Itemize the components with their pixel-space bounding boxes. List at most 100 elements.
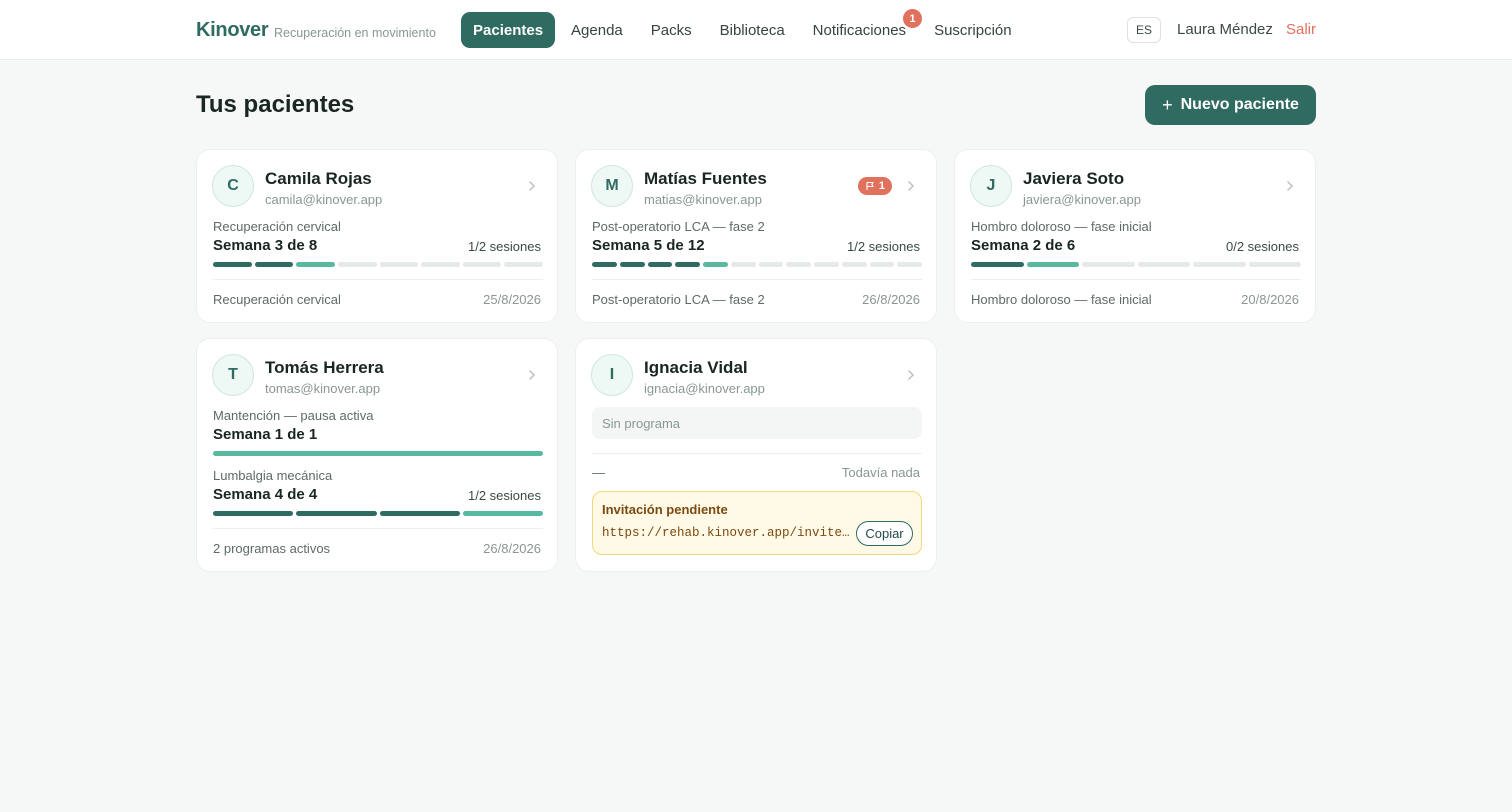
patient-name: Javiera Soto [1023, 169, 1125, 188]
copy-link-button[interactable]: Copiar [856, 521, 913, 546]
nav-item-notificaciones[interactable]: Notificaciones 1 [801, 9, 923, 48]
divider [592, 279, 922, 280]
program-week: Semana 5 de 12 [592, 237, 705, 254]
nav-item-label: Notificaciones [812, 21, 907, 39]
avatar: C [212, 165, 254, 207]
card-footer-program: Post-operatorio LCA — fase 2 [592, 292, 765, 307]
patient-email: matias@kinover.app [644, 192, 762, 207]
invitation-link[interactable]: https://rehab.kinover.app/invite/… [602, 526, 850, 540]
week-progress-bar [213, 451, 543, 456]
nav-item-pacientes[interactable]: Pacientes [461, 12, 556, 48]
plus-icon: + [1162, 94, 1173, 115]
nav-item-agenda[interactable]: Agenda [559, 12, 635, 48]
invitation-title: Invitación pendiente [602, 502, 728, 517]
program-label: Post-operatorio LCA — fase 2 [592, 219, 765, 234]
card-footer-program: Recuperación cervical [213, 292, 341, 307]
patient-name: Matías Fuentes [644, 169, 767, 188]
patient-card[interactable]: C Camila Rojas camila@kinover.app Recupe… [196, 149, 558, 323]
chevron-right-icon [908, 181, 915, 191]
week-segment [841, 262, 867, 267]
week-segment [869, 262, 895, 267]
program-week: Semana 2 de 6 [971, 237, 1076, 254]
program-week: Semana 4 de 4 [213, 486, 318, 503]
main-nav: Pacientes Agenda Packs Biblioteca Notifi… [461, 9, 1028, 48]
card-footer-program: Hombro doloroso — fase inicial [971, 292, 1152, 307]
patient-name: Tomás Herrera [265, 358, 384, 377]
patient-email: javiera@kinover.app [1023, 192, 1141, 207]
divider [971, 279, 1301, 280]
week-segment [814, 262, 839, 267]
week-segment [379, 262, 419, 267]
divider [213, 279, 543, 280]
card-footer-program: — [592, 465, 605, 480]
card-footer-date: 26/8/2026 [483, 541, 541, 556]
no-program-box: Sin programa [592, 407, 922, 439]
patient-name: Camila Rojas [265, 169, 372, 188]
program-label: Hombro doloroso — fase inicial [971, 219, 1152, 234]
language-selector[interactable]: ES [1127, 17, 1161, 43]
brand-tagline: Recuperación en movimiento [274, 26, 436, 40]
logout-link[interactable]: Salir [1286, 21, 1316, 38]
program-week: Semana 3 de 8 [213, 237, 318, 254]
week-segment [647, 262, 673, 267]
pending-invitation: Invitación pendiente https://rehab.kinov… [592, 491, 922, 555]
week-segment [971, 262, 1024, 267]
nav-item-packs[interactable]: Packs [639, 12, 704, 48]
week-progress-bar [213, 262, 543, 267]
week-segment [213, 262, 252, 267]
nav-item-biblioteca[interactable]: Biblioteca [708, 12, 797, 48]
card-footer-date: Todavía nada [841, 465, 920, 480]
week-segment [462, 511, 543, 516]
patient-card[interactable]: M Matías Fuentes matias@kinover.app 1 Po… [575, 149, 937, 323]
week-segment [421, 262, 460, 267]
avatar: M [591, 165, 633, 207]
week-progress-bar [592, 262, 922, 267]
week-segment [897, 262, 922, 267]
week-segment [730, 262, 756, 267]
week-segment [1248, 262, 1301, 267]
nav-item-label: Pacientes [473, 21, 544, 39]
nav-item-label: Suscripción [934, 21, 1012, 39]
program-sessions: 1/2 sesiones [468, 488, 541, 503]
week-segment [1137, 262, 1190, 267]
week-segment [1082, 262, 1135, 267]
divider [213, 528, 543, 529]
messages-badge[interactable]: 1 [857, 177, 892, 195]
brand-logo[interactable]: Kinover [196, 19, 269, 42]
top-navbar: Kinover Recuperación en movimiento Pacie… [0, 0, 1512, 60]
patient-card[interactable]: J Javiera Soto javiera@kinover.app Hombr… [954, 149, 1316, 323]
week-segment [592, 262, 617, 267]
chevron-right-icon [529, 181, 536, 191]
new-patient-label: Nuevo paciente [1180, 96, 1299, 113]
week-segment [786, 262, 811, 267]
week-segment [379, 511, 460, 516]
patient-card[interactable]: T Tomás Herrera tomas@kinover.app Manten… [196, 338, 558, 572]
week-segment [213, 451, 543, 456]
card-footer-program: 2 programas activos [213, 541, 331, 556]
card-footer-date: 26/8/2026 [862, 292, 920, 307]
notification-count-badge: 1 [903, 9, 923, 28]
messages-count: 1 [878, 180, 885, 192]
user-name[interactable]: Laura Méndez [1177, 21, 1273, 38]
week-segment [1026, 262, 1079, 267]
patient-email: tomas@kinover.app [265, 381, 381, 396]
page-title: Tus pacientes [196, 91, 355, 118]
card-footer-date: 20/8/2026 [1241, 292, 1299, 307]
avatar: T [212, 354, 254, 396]
patient-email: ignacia@kinover.app [644, 381, 765, 396]
new-patient-button[interactable]: + Nuevo paciente [1145, 85, 1316, 125]
program-label: Lumbalgia mecánica [213, 468, 333, 483]
patient-email: camila@kinover.app [265, 192, 383, 207]
program-week: Semana 1 de 1 [213, 426, 318, 443]
week-segment [296, 262, 335, 267]
week-segment [296, 511, 377, 516]
program-sessions: 1/2 sesiones [468, 239, 541, 254]
patient-name: Ignacia Vidal [644, 358, 748, 377]
week-segment [619, 262, 645, 267]
flag-icon [866, 181, 874, 190]
chevron-right-icon [1287, 181, 1294, 191]
nav-item-suscripcion[interactable]: Suscripción [922, 12, 1024, 48]
patient-card[interactable]: I Ignacia Vidal ignacia@kinover.app Sin … [575, 338, 937, 572]
program-label: Mantención — pausa activa [213, 408, 374, 423]
chevron-right-icon [529, 370, 536, 380]
